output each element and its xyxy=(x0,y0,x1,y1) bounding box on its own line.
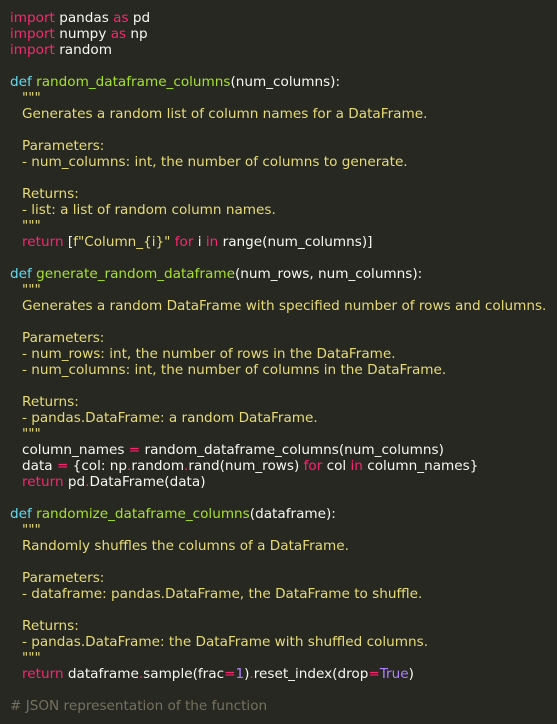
code-token: i xyxy=(197,234,206,250)
code-token: DataFrame(data) xyxy=(89,474,206,490)
operator-assign: = xyxy=(56,458,69,474)
docstring-returns-label: Returns: xyxy=(22,394,79,410)
keyword-in: in xyxy=(205,234,219,250)
docstring-open: """ xyxy=(22,282,41,298)
docstring-summary: Generates a random list of column names … xyxy=(22,106,428,122)
operator-assign: = xyxy=(224,666,236,682)
docstring-param: - num_columns: int, the number of column… xyxy=(22,362,447,378)
docstring-summary: Generates a random DataFrame with specif… xyxy=(22,298,547,314)
docstring-params-label: Parameters: xyxy=(22,138,105,154)
code-token: col xyxy=(322,458,351,474)
keyword-in: in xyxy=(350,458,363,474)
code-line-return: return pd.DataFrame(data) xyxy=(10,474,557,490)
module-alias: np xyxy=(126,26,148,42)
boolean-literal: True xyxy=(379,666,409,682)
function-name: generate_random_dataframe xyxy=(36,266,235,282)
code-editor[interactable]: import pandas as pd import numpy as np i… xyxy=(0,0,557,724)
docstring-returns-label: Returns: xyxy=(22,186,79,202)
docstring-return: - list: a list of random column names. xyxy=(22,202,276,218)
function-name: random_dataframe_columns xyxy=(36,74,231,90)
code-token: random_dataframe_columns(num_columns) xyxy=(140,442,444,458)
keyword-return: return xyxy=(22,234,68,250)
keyword-as: as xyxy=(113,10,129,26)
code-line-assign-columns: column_names = random_dataframe_columns(… xyxy=(10,442,557,458)
string-literal: f"Column_{i}" xyxy=(73,234,171,250)
docstring-returns-label: Returns: xyxy=(22,618,79,634)
docstring-param: - dataframe: pandas.DataFrame, the DataF… xyxy=(22,586,423,602)
module-name: numpy xyxy=(54,26,111,42)
docstring-param: - num_columns: int, the number of column… xyxy=(22,154,408,170)
docstring-open: """ xyxy=(22,522,41,538)
module-name: random xyxy=(54,42,112,58)
keyword-for: for xyxy=(303,458,323,474)
code-token: column_names} xyxy=(362,458,479,474)
code-token: data xyxy=(22,458,57,474)
docstring-summary: Randomly shuffles the columns of a DataF… xyxy=(22,538,349,554)
docstring-close: """ xyxy=(22,426,41,442)
keyword-def: def xyxy=(10,506,37,522)
docstring-close: """ xyxy=(22,650,41,666)
keyword-import: import xyxy=(10,42,55,58)
code-line-return: return dataframe.sample(frac=1).reset_in… xyxy=(10,666,557,682)
code-token: range(num_columns)] xyxy=(218,234,373,250)
function-name: randomize_dataframe_columns xyxy=(36,506,250,522)
keyword-import: import xyxy=(10,26,55,42)
code-line-return: return [f"Column_{i}" for i in range(num… xyxy=(10,234,557,250)
docstring-params-label: Parameters: xyxy=(22,570,105,586)
code-token: ) xyxy=(408,666,414,682)
code-token: pd xyxy=(67,474,86,490)
operator-assign: = xyxy=(128,442,141,458)
code-line-assign-data: data = {col: np.random.rand(num_rows) fo… xyxy=(10,458,557,474)
code-comment: # JSON representation of the function xyxy=(10,698,268,714)
docstring-return: - pandas.DataFrame: a random DataFrame. xyxy=(22,410,318,426)
docstring-close: """ xyxy=(22,218,41,234)
keyword-for: for xyxy=(170,234,198,250)
keyword-import: import xyxy=(10,10,55,26)
module-name: pandas xyxy=(54,10,114,26)
function-args: (dataframe): xyxy=(249,506,336,522)
keyword-def: def xyxy=(10,74,37,90)
docstring-params-label: Parameters: xyxy=(22,330,105,346)
docstring-open: """ xyxy=(22,90,41,106)
code-line-import-random: import random xyxy=(10,42,557,58)
code-line-import-numpy: import numpy as np xyxy=(10,26,557,42)
code-token: reset_index(drop xyxy=(253,666,369,682)
keyword-return: return xyxy=(22,474,68,490)
module-alias: pd xyxy=(128,10,151,26)
code-token: dataframe xyxy=(67,666,139,682)
code-token: sample(frac xyxy=(143,666,225,682)
docstring-param: - num_rows: int, the number of rows in t… xyxy=(22,346,396,362)
keyword-return: return xyxy=(22,666,68,682)
code-token: column_names xyxy=(22,442,129,458)
code-line-import-pandas: import pandas as pd xyxy=(10,10,557,26)
code-token: {col: np xyxy=(68,458,128,474)
operator-assign: = xyxy=(368,666,380,682)
function-args: (num_rows, num_columns): xyxy=(234,266,423,282)
code-line-def: def random_dataframe_columns(num_columns… xyxy=(10,74,557,90)
code-token: random xyxy=(131,458,185,474)
code-token: rand(num_rows) xyxy=(188,458,304,474)
code-line-def: def generate_random_dataframe(num_rows, … xyxy=(10,266,557,282)
code-line-def: def randomize_dataframe_columns(datafram… xyxy=(10,506,557,522)
docstring-return: - pandas.DataFrame: the DataFrame with s… xyxy=(22,634,429,650)
keyword-def: def xyxy=(10,266,37,282)
keyword-as: as xyxy=(110,26,127,42)
number-literal: 1 xyxy=(235,666,245,682)
function-args: (num_columns): xyxy=(230,74,341,90)
